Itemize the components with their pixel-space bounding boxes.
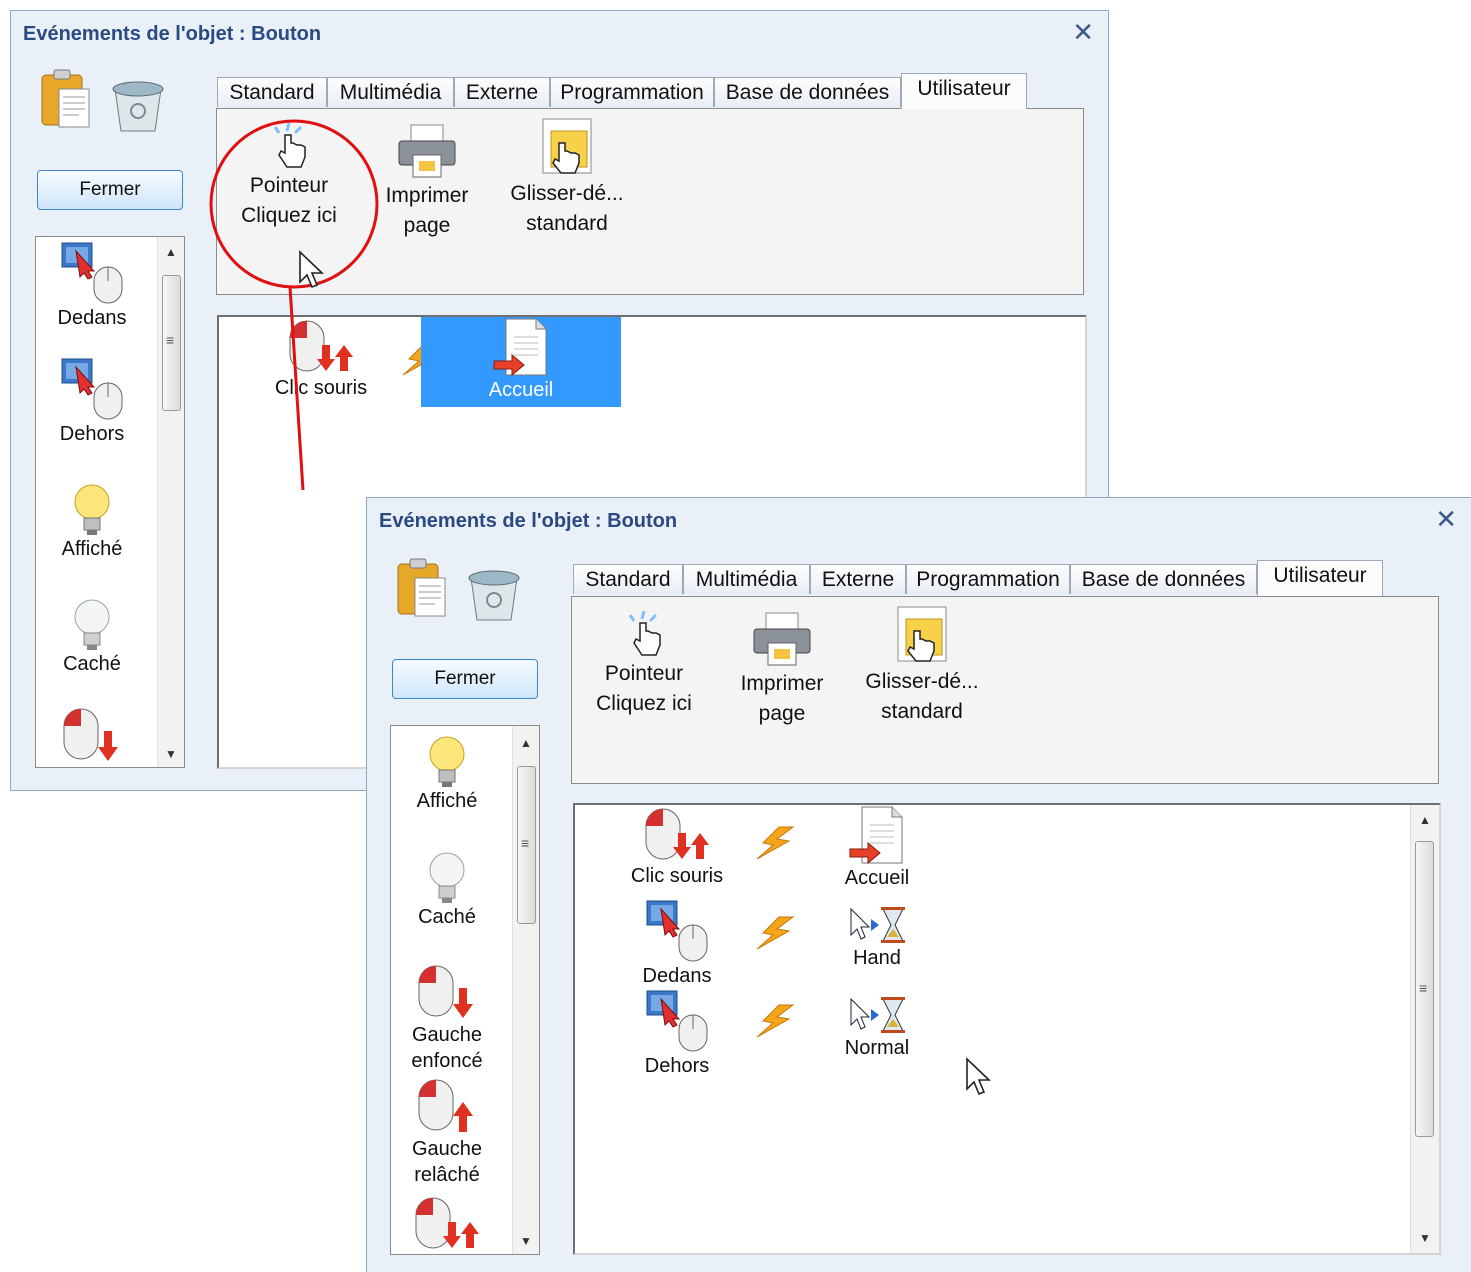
event-node[interactable]: Clic souris xyxy=(617,805,737,888)
bulb-on-icon xyxy=(429,736,465,788)
close-icon[interactable]: ✕ xyxy=(1435,504,1457,535)
clipboard-icon[interactable] xyxy=(395,556,451,620)
highlight-line xyxy=(288,286,305,491)
mouse-up-icon xyxy=(418,1079,474,1133)
print-page-item[interactable]: Imprimer page xyxy=(726,611,838,729)
drag-drop-item[interactable]: Glisser-dé... standard xyxy=(855,605,989,727)
tab-multimedia[interactable]: Multimédia xyxy=(683,564,810,594)
cursor-hourglass-icon xyxy=(850,996,906,1034)
scroll-down-icon[interactable]: ▼ xyxy=(1411,1231,1439,1245)
scroll-down-icon[interactable]: ▼ xyxy=(513,1234,539,1248)
mouse-cursor-icon xyxy=(299,251,323,288)
mouse-down-icon xyxy=(418,965,474,1019)
event-canvas[interactable]: Clic souris Accueil Dedans Hand Dehors N… xyxy=(573,803,1441,1255)
list-item[interactable]: Gauche enfoncé xyxy=(391,962,503,1074)
list-item[interactable]: Affiché xyxy=(391,734,503,813)
scroll-up-icon[interactable]: ▲ xyxy=(1411,813,1439,827)
recycle-bin-icon[interactable] xyxy=(465,564,525,624)
list-item[interactable] xyxy=(391,1194,503,1254)
tab-utilisateur[interactable]: Utilisateur xyxy=(901,73,1027,109)
list-item[interactable]: Caché xyxy=(391,850,503,929)
category-tabs: Standard Multimédia Externe Programmatio… xyxy=(573,560,1471,596)
grip-icon: ≡ xyxy=(1419,980,1428,996)
printer-icon xyxy=(753,612,811,666)
tab-externe[interactable]: Externe xyxy=(810,564,906,594)
close-button[interactable]: Fermer xyxy=(392,659,538,699)
bulb-off-icon xyxy=(429,852,465,904)
tab-base-de-donnees[interactable]: Base de données xyxy=(1070,564,1257,594)
highlight-circle xyxy=(209,119,379,289)
scroll-up-icon[interactable]: ▲ xyxy=(513,736,539,750)
lightning-icon xyxy=(756,1004,794,1038)
list-item[interactable]: Gauche relâché xyxy=(391,1076,503,1188)
event-node[interactable]: Dehors xyxy=(617,989,737,1078)
events-window-front: Evénements de l'objet : Bouton ✕ Fermer … xyxy=(366,497,1471,1272)
tab-programmation[interactable]: Programmation xyxy=(906,564,1070,594)
cursor-hourglass-icon xyxy=(850,906,906,944)
action-node[interactable]: Accueil xyxy=(817,805,937,890)
tab-panel: Pointeur Cliquez ici Imprimer page Gliss… xyxy=(571,596,1439,784)
mouse-outside-icon xyxy=(646,990,708,1052)
tab-standard[interactable]: Standard xyxy=(573,564,683,594)
tab-utilisateur[interactable]: Utilisateur xyxy=(1257,560,1383,596)
mouse-cursor-icon xyxy=(966,1058,990,1095)
grip-icon: ≡ xyxy=(521,835,530,851)
page-arrow-icon xyxy=(849,806,903,864)
pointer-action-item[interactable]: Pointeur Cliquez ici xyxy=(584,611,704,719)
scrollbar[interactable]: ▲ ≡ ▼ xyxy=(512,726,539,1254)
lightning-icon xyxy=(756,826,794,860)
action-node[interactable]: Hand xyxy=(817,905,937,970)
action-node[interactable]: Normal xyxy=(817,995,937,1060)
mouse-click-icon xyxy=(645,808,710,860)
mouse-inside-icon xyxy=(646,900,708,962)
event-list-panel: Affiché Caché Gauche enfoncé Gauche relâ… xyxy=(390,725,540,1255)
hand-pointer-icon xyxy=(628,611,662,657)
mouse-click-icon xyxy=(415,1197,480,1249)
lightning-icon xyxy=(756,916,794,950)
window-title: Evénements de l'objet : Bouton xyxy=(379,510,678,532)
canvas-scrollbar[interactable]: ▲ ≡ ▼ xyxy=(1410,805,1439,1253)
drag-drop-icon xyxy=(897,606,947,662)
event-node[interactable]: Dedans xyxy=(617,899,737,988)
